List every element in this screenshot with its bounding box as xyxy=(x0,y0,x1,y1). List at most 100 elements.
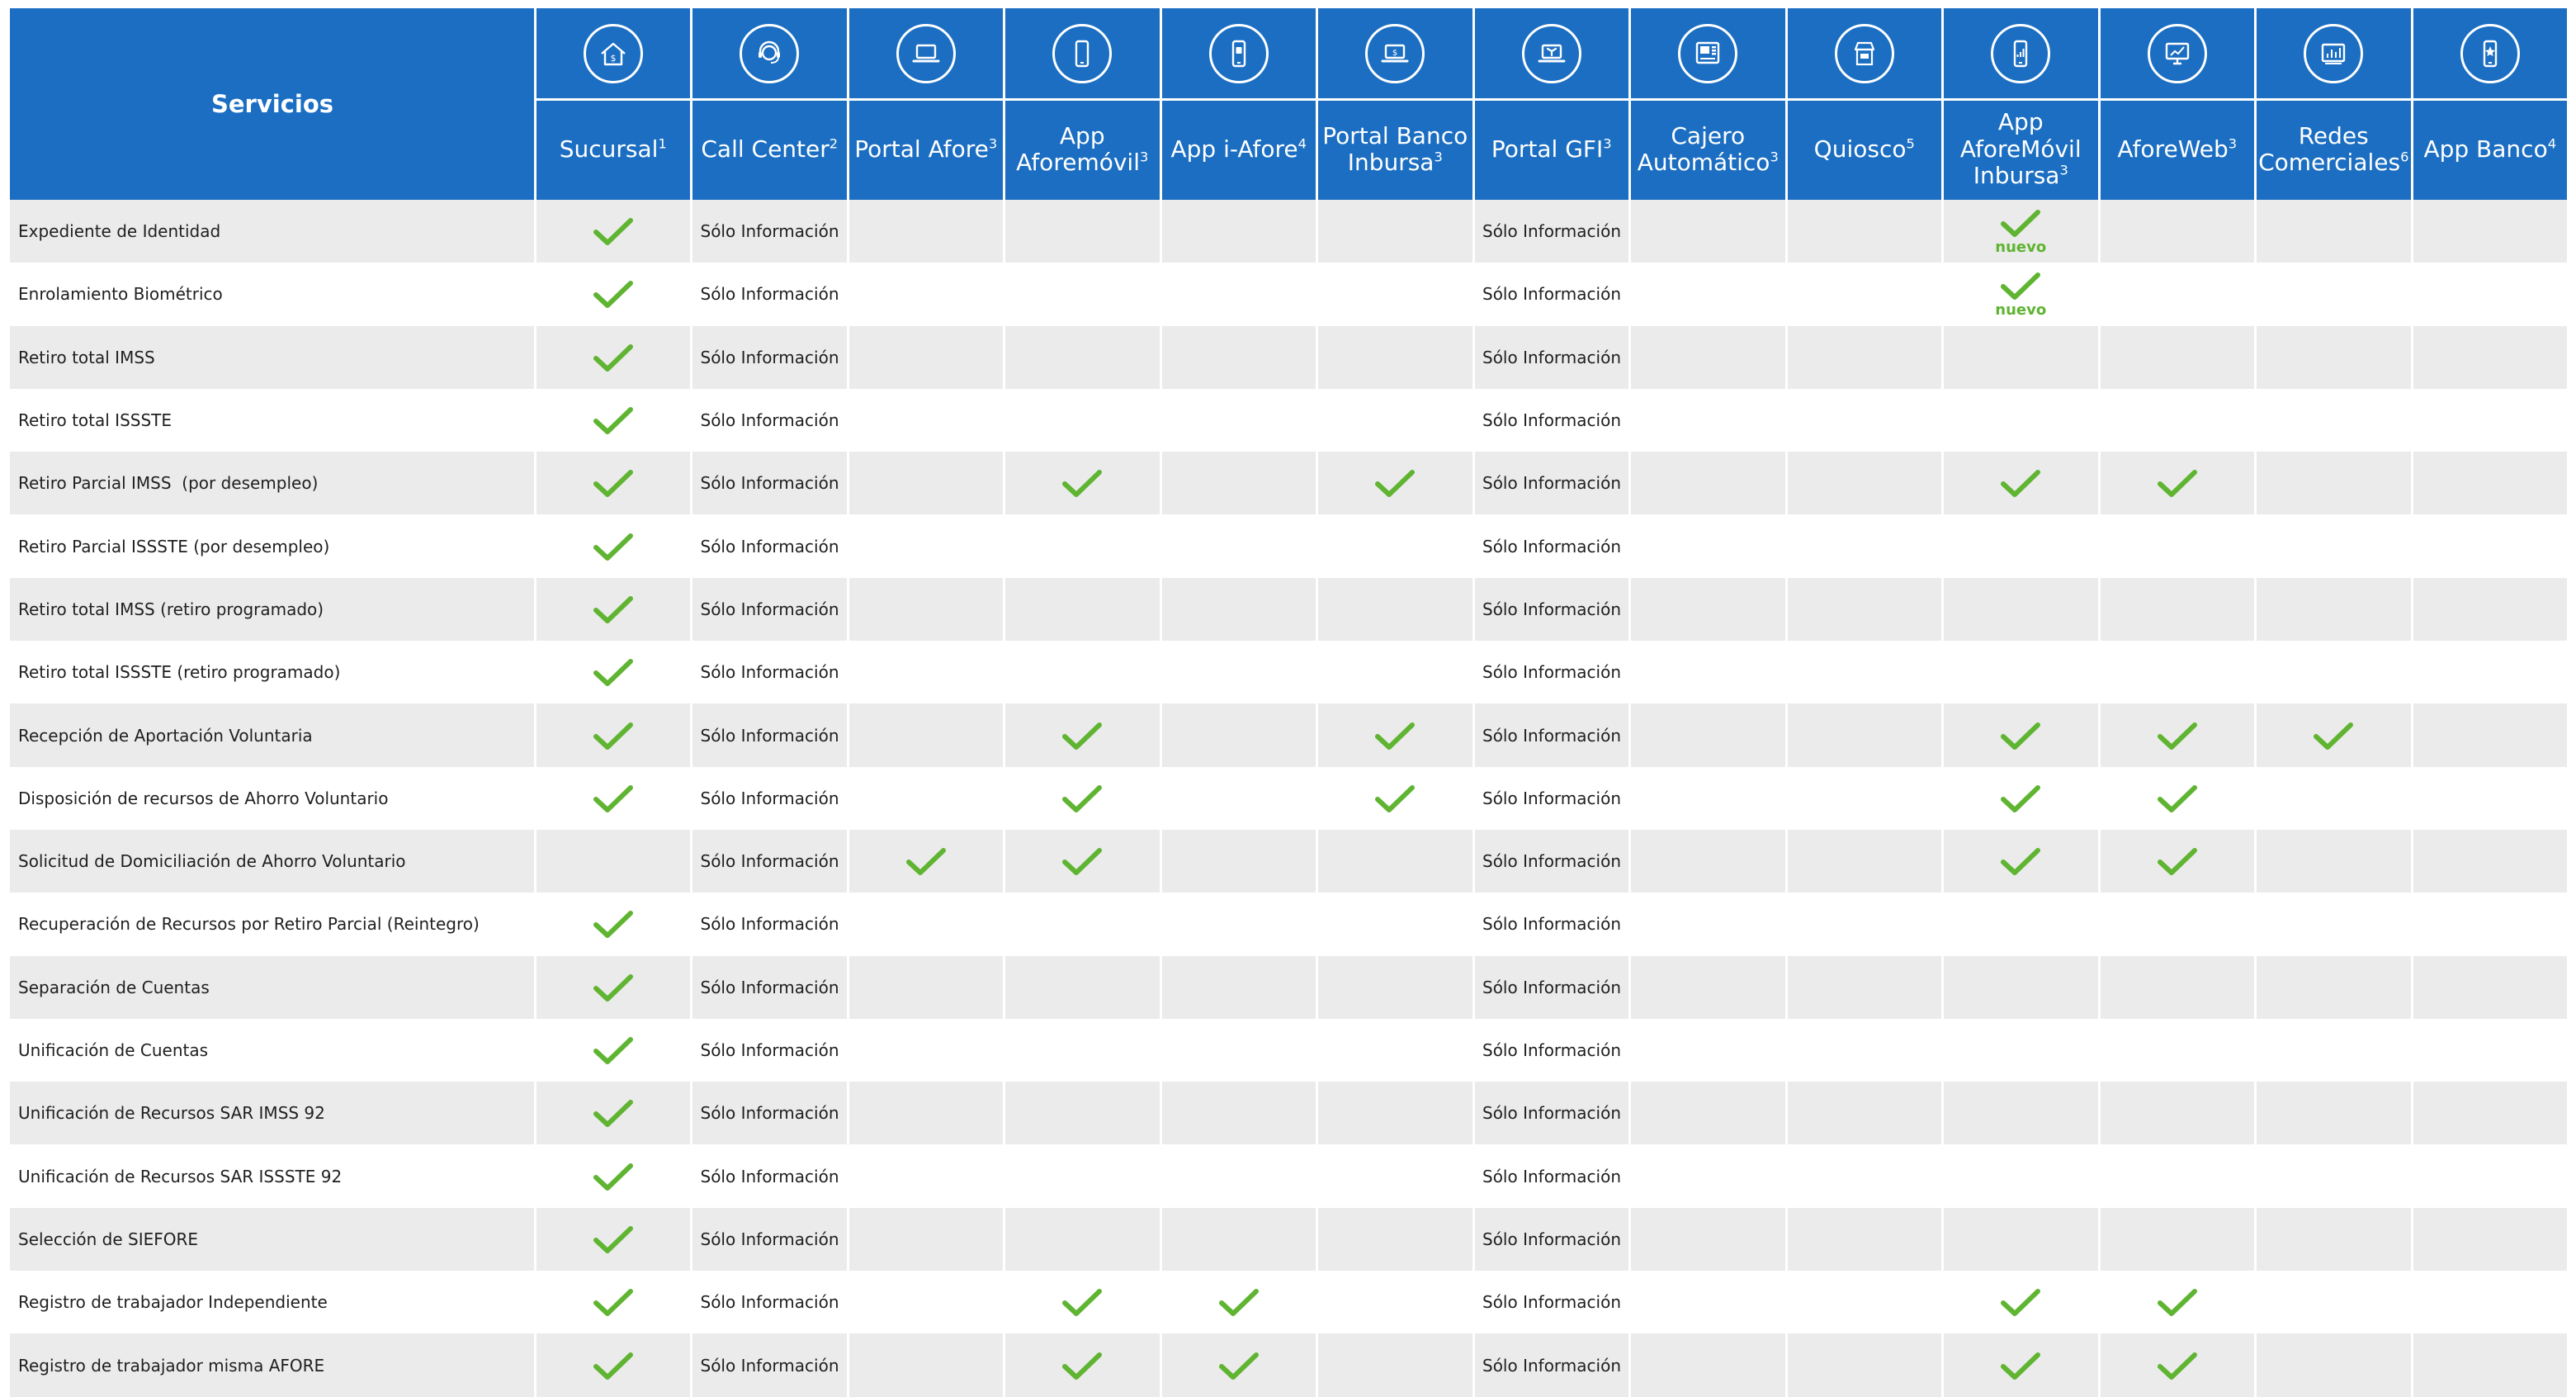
info-only-label: Sólo Información xyxy=(700,221,839,242)
info-only-label: Sólo Información xyxy=(700,347,839,367)
column-divider xyxy=(1941,8,1944,1397)
check-cell xyxy=(1317,452,1474,514)
check-mark xyxy=(2157,722,2197,750)
service-name: Selección de SIEFORE xyxy=(18,1229,199,1249)
info-only-label: Sólo Información xyxy=(1482,1292,1622,1313)
channel-header: Quiosco5 xyxy=(1786,99,1943,200)
check-mark xyxy=(1062,722,1103,750)
check-cell xyxy=(535,641,692,703)
channel-name: App i-Afore xyxy=(1170,135,1298,163)
info-only-label: Sólo Información xyxy=(700,1292,839,1313)
channel-header: Redes Comerciales6 xyxy=(2255,99,2412,200)
check-mark xyxy=(2001,1352,2041,1380)
channel-name: Portal GFI xyxy=(1491,135,1604,163)
check-mark xyxy=(593,911,633,939)
info-only-label: Sólo Información xyxy=(1482,221,1622,242)
check-mark xyxy=(593,281,633,309)
info-only-label: Sólo Información xyxy=(700,977,839,997)
footnote-marker: 5 xyxy=(1906,135,1915,152)
info-only-label: Sólo Información xyxy=(1482,347,1622,367)
check-mark xyxy=(593,343,633,372)
header-divider xyxy=(535,97,2569,101)
check-cell xyxy=(2099,767,2256,830)
column-divider xyxy=(1316,8,1318,1397)
footnote-marker: 2 xyxy=(829,135,839,152)
check-cell xyxy=(2099,1333,2256,1396)
check-mark xyxy=(2001,470,2041,498)
check-mark xyxy=(2157,1352,2197,1380)
check-mark xyxy=(1218,1289,1259,1317)
info-only-label: Sólo Información xyxy=(1482,788,1622,808)
check-cell xyxy=(535,326,692,389)
channel-label: Quiosco5 xyxy=(1814,135,1915,163)
channel-label: Call Center2 xyxy=(701,135,839,163)
info-only-label: Sólo Información xyxy=(1482,914,1622,935)
check-cell xyxy=(848,830,1004,893)
check-mark xyxy=(1062,1352,1103,1380)
service-name: Retiro total IMSS (retiro programado) xyxy=(18,599,324,619)
check-mark xyxy=(1375,784,1416,812)
check-cell xyxy=(1004,1271,1161,1333)
laptop-icon xyxy=(896,24,956,83)
channel-label: Portal Banco Inbursa3 xyxy=(1321,122,1471,177)
info-only-label: Sólo Información xyxy=(1482,725,1622,746)
check-cell xyxy=(1004,767,1161,830)
service-name: Retiro total ISSSTE xyxy=(18,410,173,431)
service-name: Retiro total IMSS xyxy=(18,347,155,367)
check-mark xyxy=(593,659,633,687)
check-mark xyxy=(593,1163,633,1191)
channel-name: Cajero Automático xyxy=(1637,121,1770,176)
channel-header: Portal Afore3 xyxy=(848,99,1004,200)
service-name: Solicitud de Domiciliación de Ahorro Vol… xyxy=(18,851,406,872)
check-mark xyxy=(593,1225,633,1253)
check-cell xyxy=(535,1333,692,1396)
channel-icon-cell xyxy=(2099,8,2256,99)
check-mark xyxy=(1062,470,1103,498)
channel-header: App AforeMóvil Inbursa3 xyxy=(1942,99,2099,200)
check-cell xyxy=(1160,1333,1317,1396)
info-only-label: Sólo Información xyxy=(700,1229,839,1249)
check-mark xyxy=(2157,848,2197,876)
check-cell xyxy=(1160,1271,1317,1333)
info-only-label: Sólo Información xyxy=(1482,1229,1622,1249)
channel-icon-cell xyxy=(691,8,848,99)
column-divider xyxy=(2097,8,2101,1397)
check-cell xyxy=(535,767,692,830)
check-mark xyxy=(1062,1289,1103,1317)
channel-label: App Aforemóvil3 xyxy=(1008,121,1158,177)
check-cell xyxy=(535,263,692,325)
check-cell xyxy=(535,1271,692,1333)
check-cell xyxy=(1943,703,2100,766)
footnote-marker: 3 xyxy=(1770,149,1779,165)
check-mark xyxy=(1062,784,1103,812)
info-only-label: Sólo Información xyxy=(1482,536,1622,556)
footnote-marker: 3 xyxy=(2228,135,2238,152)
smartphone-icon xyxy=(1052,24,1113,83)
info-only-label: Sólo Información xyxy=(700,1355,839,1376)
channel-icon-cell xyxy=(1786,8,1943,99)
info-only-label: Sólo Información xyxy=(700,1040,839,1061)
channel-name: Call Center xyxy=(701,135,830,163)
channel-label: App i-Afore4 xyxy=(1170,135,1307,163)
info-only-label: Sólo Información xyxy=(700,1166,839,1186)
info-only-label: Sólo Información xyxy=(700,788,839,808)
check-mark xyxy=(593,973,633,1002)
service-name: Unificación de Cuentas xyxy=(18,1040,209,1061)
check-mark xyxy=(1375,722,1416,750)
channel-label: Portal Afore3 xyxy=(854,135,997,163)
check-cell xyxy=(1004,703,1161,766)
channel-label: AforeWeb3 xyxy=(2117,135,2238,163)
store-chart-icon xyxy=(2304,24,2364,83)
channel-label: Sucursal1 xyxy=(560,135,667,163)
channel-name: App Aforemóvil xyxy=(1016,121,1140,176)
channel-header: Cajero Automático3 xyxy=(1629,99,1786,200)
info-only-label: Sólo Información xyxy=(700,725,839,746)
column-divider xyxy=(846,8,849,1397)
channel-icon-cell xyxy=(2255,8,2412,99)
smartphone-app-icon xyxy=(1208,24,1269,83)
column-divider xyxy=(690,8,692,1397)
channel-label: App AforeMóvil Inbursa3 xyxy=(1946,109,2096,189)
monitor-chart-icon xyxy=(2147,24,2207,83)
check-cell xyxy=(535,956,692,1019)
channel-header: AforeWeb3 xyxy=(2099,99,2256,200)
